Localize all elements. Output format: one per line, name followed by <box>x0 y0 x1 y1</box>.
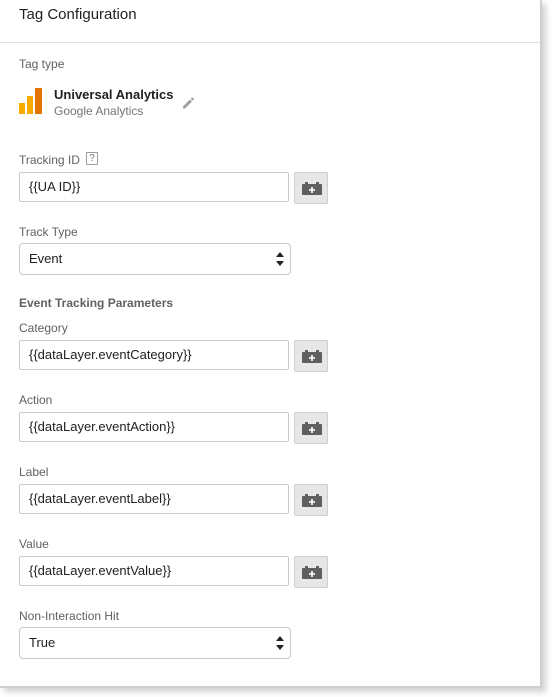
page-title: Tag Configuration <box>19 6 137 23</box>
tracking-id-variable-button[interactable] <box>294 172 328 204</box>
variable-picker-icon <box>302 182 322 195</box>
track-type-label: Track Type <box>19 225 78 239</box>
tracking-id-label: Tracking ID <box>19 153 80 167</box>
event-label-label: Label <box>19 465 49 479</box>
event-value-label: Value <box>19 537 49 551</box>
non-interaction-value: True <box>29 635 56 650</box>
action-label: Action <box>19 393 53 407</box>
category-input[interactable]: {{dataLayer.eventCategory}} <box>19 340 289 370</box>
variable-picker-icon <box>302 350 322 363</box>
event-label-variable-button[interactable] <box>294 484 328 516</box>
tag-type-name: Universal Analytics <box>54 87 174 102</box>
tracking-id-input[interactable]: {{UA ID}} <box>19 172 289 202</box>
category-variable-button[interactable] <box>294 340 328 372</box>
panel-header: Tag Configuration <box>0 0 540 43</box>
variable-picker-icon <box>302 566 322 579</box>
track-type-select[interactable]: Event <box>19 243 291 275</box>
event-label-input[interactable]: {{dataLayer.eventLabel}} <box>19 484 289 514</box>
ga-logo-icon <box>19 88 43 114</box>
select-arrows-icon <box>276 252 284 266</box>
edit-tag-type-pencil-icon[interactable] <box>181 96 195 110</box>
event-value-input[interactable]: {{dataLayer.eventValue}} <box>19 556 289 586</box>
action-variable-button[interactable] <box>294 412 328 444</box>
select-arrows-icon <box>276 636 284 650</box>
track-type-value: Event <box>29 251 63 266</box>
variable-picker-icon <box>302 422 322 435</box>
tag-type-vendor: Google Analytics <box>54 104 144 118</box>
action-input[interactable]: {{dataLayer.eventAction}} <box>19 412 289 442</box>
non-interaction-select[interactable]: True <box>19 627 291 659</box>
non-interaction-label: Non-Interaction Hit <box>19 609 120 623</box>
event-value-variable-button[interactable] <box>294 556 328 588</box>
tag-type-label: Tag type <box>19 57 65 71</box>
help-icon[interactable]: ? <box>86 152 98 165</box>
event-tracking-section-title: Event Tracking Parameters <box>19 296 174 310</box>
variable-picker-icon <box>302 494 322 507</box>
tag-configuration-panel: Tag Configuration Tag type Universal Ana… <box>0 0 542 688</box>
category-label: Category <box>19 321 68 335</box>
